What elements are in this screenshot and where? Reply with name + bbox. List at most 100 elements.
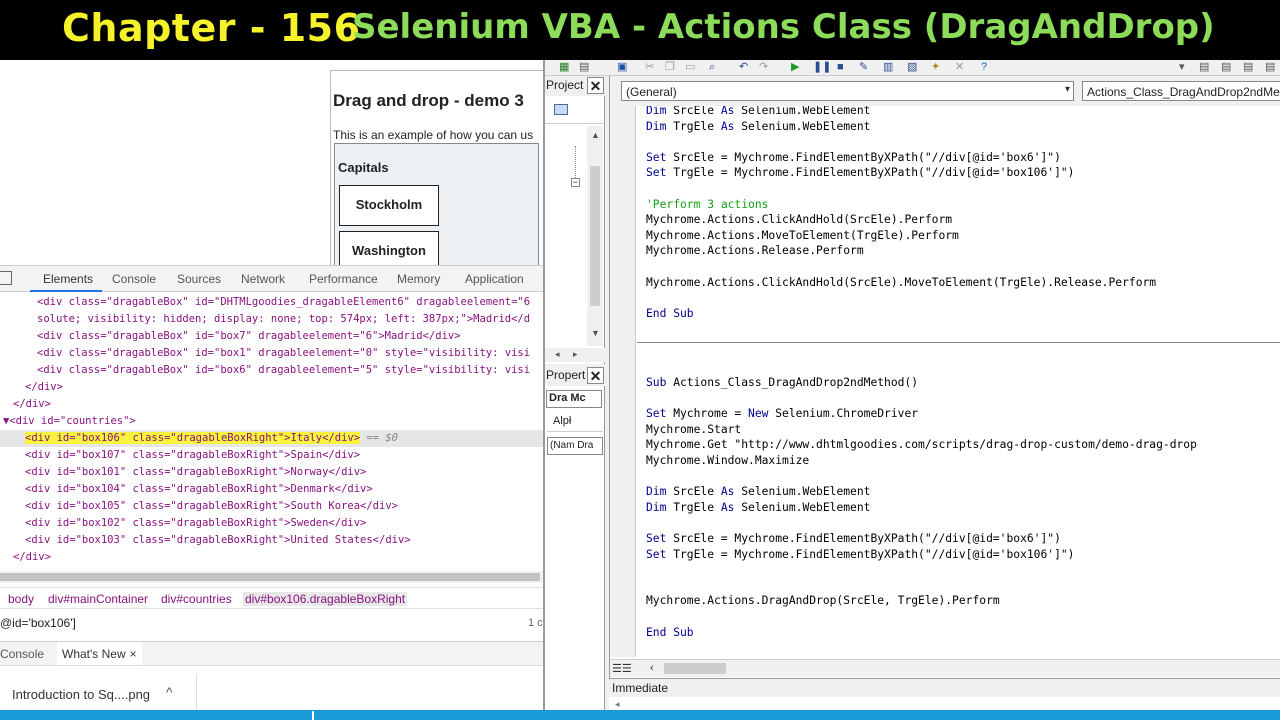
draggable-capital-box[interactable]: Stockholm	[339, 185, 439, 226]
procedure-2-code-line[interactable]: Sub Actions_Class_DragAndDrop2ndMethod()	[646, 375, 918, 391]
properties-tab-alphabetic[interactable]: Alpł	[547, 412, 603, 432]
dom-node[interactable]: solute; visibility: hidden; display: non…	[37, 311, 530, 328]
dom-node[interactable]: <div class="dragableBox" id="DHTMLgoodie…	[37, 294, 530, 311]
dom-node[interactable]: <div id="box104" class="dragableBoxRight…	[25, 481, 373, 498]
procedure-1-code-line[interactable]: Mychrome.Actions.MoveToElement(TrgEle).P…	[646, 228, 959, 244]
procedure-1-code-line[interactable]: Dim TrgEle As Selenium.WebElement	[646, 119, 870, 135]
procedure-2-code-line[interactable]: Mychrome.Window.Maximize	[646, 453, 809, 469]
object-dropdown[interactable]: (General) ▾	[621, 81, 1074, 101]
code-scroll-thumb[interactable]	[664, 663, 726, 674]
dom-node[interactable]: <div id="box103" class="dragableBoxRight…	[25, 532, 411, 549]
procedure-2-code-line[interactable]: Set TrgEle = Mychrome.FindElementByXPath…	[646, 547, 1074, 563]
dom-node-selected[interactable]: <div id="box106" class="dragableBoxRight…	[0, 430, 543, 447]
dom-node[interactable]: </div>	[25, 379, 63, 396]
chevron-up-icon[interactable]: ^	[166, 684, 173, 700]
dom-node-countries[interactable]: ▼<div id="countries">	[3, 413, 136, 430]
project-horizontal-scrollbar[interactable]: ◂ ▸	[545, 348, 605, 362]
properties-name-row[interactable]: (Nam Dra	[547, 437, 603, 455]
properties-icon[interactable]: ▧	[907, 61, 917, 74]
procedure-1-code-line[interactable]: Mychrome.Actions.ClickAndHold(SrcEle).Mo…	[646, 275, 1156, 291]
scroll-down-icon[interactable]: ▼	[591, 328, 600, 338]
close-icon[interactable]: ✕	[587, 77, 604, 94]
view-code-icon[interactable]	[554, 104, 568, 115]
procedure-dropdown[interactable]: Actions_Class_DragAndDrop2ndMet	[1082, 81, 1280, 101]
dock-side-icon[interactable]	[0, 271, 12, 285]
reset-icon[interactable]: ■	[837, 61, 844, 74]
dom-node[interactable]: </div>	[13, 396, 51, 413]
procedure-2-code-line[interactable]: Dim SrcEle As Selenium.WebElement	[646, 484, 870, 500]
properties-object-select[interactable]: Dra Mc	[546, 390, 602, 408]
breadcrumb-box106[interactable]: div#box106.dragableBoxRight	[243, 592, 408, 606]
procedure-2-code-line[interactable]: Mychrome.Get "http://www.dhtmlgoodies.co…	[646, 437, 1197, 453]
procedure-1-code-line[interactable]: Dim SrcEle As Selenium.WebElement	[646, 106, 870, 119]
dom-node[interactable]: <div class="dragableBox" id="box6" draga…	[37, 362, 530, 379]
code-horizontal-scrollbar[interactable]: ☰☰ ‹	[610, 659, 1280, 677]
procedure-1-code-line[interactable]: Mychrome.Actions.Release.Perform	[646, 243, 864, 259]
procedure-2-code-line[interactable]: Mychrome.Actions.DragAndDrop(SrcEle, Trg…	[646, 593, 1000, 609]
redo-icon[interactable]: ↷	[759, 61, 768, 74]
chevron-down-icon[interactable]: ▾	[1065, 84, 1070, 95]
dom-node[interactable]: <div id="box101" class="dragableBoxRight…	[25, 464, 366, 481]
run-icon[interactable]: ▶	[791, 61, 799, 74]
design-mode-icon[interactable]: ✎	[859, 61, 868, 74]
object-browser-icon[interactable]: ✦	[931, 61, 940, 74]
drawer-tab-console[interactable]: Console	[0, 647, 44, 661]
dom-node[interactable]: <div class="dragableBox" id="box1" draga…	[37, 345, 530, 362]
break-icon[interactable]: ❚❚	[813, 61, 831, 74]
draggable-capital-box[interactable]: Washington	[339, 231, 439, 265]
procedure-2-code-line[interactable]: Mychrome.Start	[646, 422, 741, 438]
tab-elements[interactable]: Elements	[43, 272, 93, 286]
excel-icon[interactable]: ▦	[559, 61, 569, 74]
scroll-right-icon[interactable]: ▸	[573, 349, 578, 360]
breadcrumb-main-container[interactable]: div#mainContainer	[48, 592, 148, 606]
immediate-window[interactable]: Immediate ◂	[609, 678, 1280, 710]
dom-node[interactable]: <div id="box107" class="dragableBoxRight…	[25, 447, 360, 464]
edit-toolbar-icon-3[interactable]: ▤	[1243, 61, 1253, 74]
scroll-left-icon[interactable]: ◂	[555, 349, 560, 360]
procedure-2-code-line[interactable]: End Sub	[646, 625, 694, 641]
help-icon[interactable]: ?	[981, 61, 987, 74]
toolbox-icon[interactable]: ✕	[955, 61, 964, 74]
close-icon[interactable]: ×	[130, 647, 137, 661]
edit-toolbar-icon-4[interactable]: ▤	[1265, 61, 1275, 74]
tab-sources[interactable]: Sources	[177, 272, 221, 286]
project-explorer-icon[interactable]: ▥	[883, 61, 893, 74]
paste-icon[interactable]: ▭	[685, 61, 695, 74]
insert-icon[interactable]: ▤	[579, 61, 589, 74]
tab-console[interactable]: Console	[112, 272, 156, 286]
dom-node[interactable]: <div id="box105" class="dragableBoxRight…	[25, 498, 398, 515]
cut-icon[interactable]: ✂	[645, 61, 654, 74]
copy-icon[interactable]: ❐	[665, 61, 675, 74]
breadcrumb-body[interactable]: body	[8, 592, 34, 606]
code-margin[interactable]	[610, 106, 636, 657]
breadcrumb-countries[interactable]: div#countries	[161, 592, 232, 606]
dom-node[interactable]: <div class="dragableBox" id="box7" draga…	[37, 328, 461, 345]
tab-memory[interactable]: Memory	[397, 272, 440, 286]
find-icon[interactable]: ⌕	[709, 61, 715, 74]
project-scroll-thumb[interactable]	[590, 166, 600, 306]
dom-node[interactable]: <div id="box102" class="dragableBoxRight…	[25, 515, 366, 532]
procedure-1-code-line[interactable]: Set SrcEle = Mychrome.FindElementByXPath…	[646, 150, 1061, 166]
procedure-2-code-line[interactable]: Dim TrgEle As Selenium.WebElement	[646, 500, 870, 516]
dom-scroll-thumb[interactable]	[0, 573, 540, 581]
save-icon[interactable]: ▣	[617, 61, 627, 74]
undo-icon[interactable]: ↶	[739, 61, 748, 74]
scroll-left-icon[interactable]: ◂	[615, 699, 620, 710]
toolbar-dropdown-icon[interactable]: ▾	[1179, 61, 1185, 74]
procedure-2-code-line[interactable]: Set SrcEle = Mychrome.FindElementByXPath…	[646, 531, 1061, 547]
close-icon[interactable]: ✕	[587, 367, 604, 384]
drawer-tab-whats-new[interactable]: What's New ×	[57, 642, 142, 667]
edit-toolbar-icon-2[interactable]: ▤	[1221, 61, 1231, 74]
download-item-name[interactable]: Introduction to Sq....png	[12, 687, 150, 702]
edit-toolbar-icon-1[interactable]: ▤	[1199, 61, 1209, 74]
procedure-2-code-line[interactable]: Set Mychrome = New Selenium.ChromeDriver	[646, 406, 918, 422]
collapse-node-icon[interactable]: −	[571, 178, 580, 187]
procedure-1-code-line[interactable]: Set TrgEle = Mychrome.FindElementByXPath…	[646, 165, 1074, 181]
procedure-view-icon[interactable]: ☰☰	[612, 662, 632, 675]
procedure-1-code-line[interactable]: Mychrome.Actions.ClickAndHold(SrcEle).Pe…	[646, 212, 952, 228]
tab-performance[interactable]: Performance	[309, 272, 378, 286]
procedure-1-code-line[interactable]: End Sub	[646, 306, 694, 322]
tab-application[interactable]: Application	[465, 272, 524, 286]
scroll-left-icon[interactable]: ‹	[650, 662, 654, 674]
dom-node[interactable]: </div>	[13, 549, 51, 566]
